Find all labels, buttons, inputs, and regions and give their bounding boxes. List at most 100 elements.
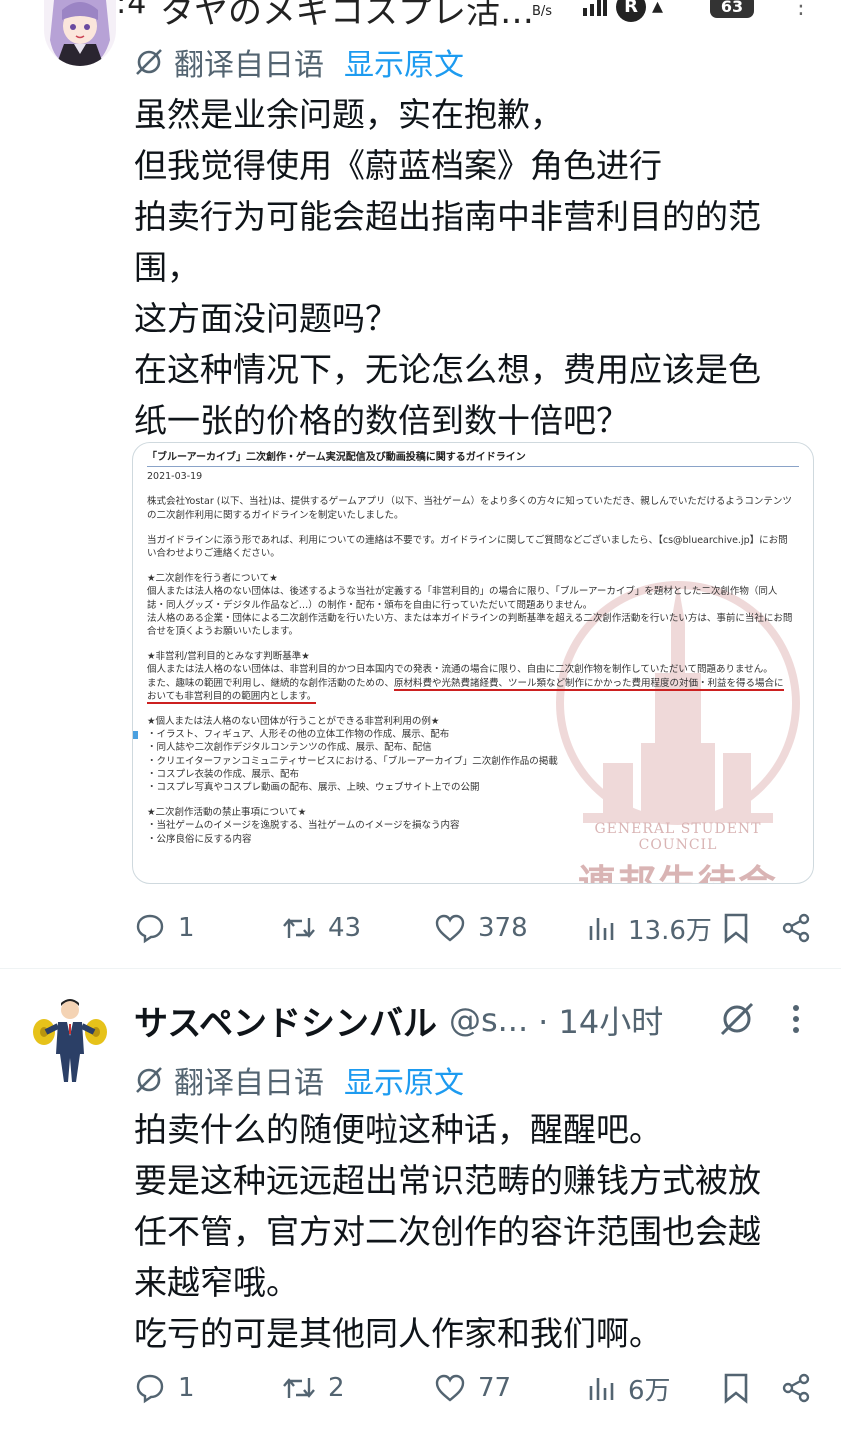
like-button[interactable]: 77	[434, 1368, 511, 1408]
guideline-line: 株式会社Yostar (以下、当社)は、提供するゲームアプリ（以下、当社ゲーム）…	[147, 496, 792, 508]
guideline-line: ・コスプレ写真やコスプレ動画の配布、展示、上映、ウェブサイト上での公開	[147, 782, 480, 794]
like-icon	[435, 1374, 465, 1402]
guideline-line: ・クリエイターファンコミュニティサービスにおける、「ブルーアーカイブ」二次創作作…	[147, 755, 558, 767]
like-count: 378	[478, 913, 528, 943]
guideline-line: 法人格のある企業・団体による二次創作活動を行いたい方、または本ガイドラインの判断…	[147, 612, 793, 624]
reply-button[interactable]: 1	[134, 1368, 195, 1408]
translated-from-label: 翻译自日语	[174, 48, 324, 83]
guideline-line: の二次創作利用に関するガイドラインを制定いたしました。	[147, 509, 404, 521]
tweet-time[interactable]: · 14小时	[538, 997, 663, 1043]
tweet-header: サスペンドシンバル @s... · 14小时	[134, 996, 824, 1045]
tweet-line: 拍卖行为可能会超出指南中非营利目的的范	[134, 197, 761, 236]
guideline-line: い合わせよりご連絡ください。	[147, 548, 280, 560]
reply-button[interactable]: 1	[134, 908, 195, 948]
tweet-line: 要是这种远远超出常识范畴的赚钱方式被放	[134, 1161, 761, 1200]
watermark-jp: 連邦生徒会	[577, 861, 778, 884]
translate-icon	[136, 1067, 162, 1093]
translation-row: 翻译自日语 显示原文	[134, 40, 464, 84]
tweet-actions: 1 2 77 6万	[134, 1368, 824, 1408]
guideline-line: おいても非営利目的の範囲内とします。	[147, 690, 807, 704]
wifi-icon: ▴	[652, 0, 664, 19]
share-button[interactable]	[780, 908, 824, 948]
guideline-line: 合せを頂くようお願いいたします。	[147, 626, 299, 638]
section-heading: ★二次創作を行う者について★	[147, 573, 278, 585]
like-button[interactable]: 378	[434, 908, 528, 948]
tweet-line: 任不管，官方对二次创作的容许范围也会越	[134, 1212, 761, 1251]
tweet-line: 拍卖什么的随便啦这种话，醒醒吧。	[134, 1110, 662, 1149]
guideline-line: ・当社ゲームのイメージを逸脱する、当社ゲームのイメージを損なう内容	[147, 820, 460, 832]
repost-icon	[283, 1378, 315, 1398]
guideline-line: また、趣味の範囲で利用し、継続的な創作活動のための、原材料費や光熱費諸経費、ツー…	[147, 677, 807, 691]
underlined-text: おいても非営利目的の範囲内とします。	[147, 690, 317, 704]
guideline-line: ・同人誌や二次創作デジタルコンテンツの作成、展示、配布、配信	[147, 742, 432, 754]
views-count: 6万	[628, 1375, 671, 1406]
like-icon	[435, 914, 465, 942]
guideline-date: 2021-03-19	[147, 471, 203, 483]
guideline-line: 個人または法人格のない団体は、後述するような当社が定義する「非営利目的」の場合に…	[147, 586, 778, 598]
notification-title: タヤのメギコスプレ活…	[160, 0, 534, 28]
views-icon	[589, 918, 614, 940]
guideline-line: ・公序良俗に反する内容	[147, 833, 252, 845]
section-heading: ★二次創作活動の禁止事項について★	[147, 807, 307, 819]
bookmark-button[interactable]	[722, 1368, 762, 1408]
show-original-link[interactable]: 显示原文	[344, 40, 464, 84]
battery-icon: 63	[710, 0, 754, 18]
tweet-image[interactable]: GENERAL STUDENT COUNCIL 連邦生徒会 「ブルーアーカイブ」…	[132, 442, 814, 884]
section-heading: ★非営利/営利目的とみなす判断基準★	[147, 651, 310, 663]
r-badge-icon: R	[616, 0, 646, 22]
tweet-text: 虽然是业余问题，实在抱歉， 但我觉得使用《蔚蓝档案》角色进行 拍卖行为可能会超出…	[134, 89, 824, 446]
guideline-line: ・コスプレ衣装の作成、展示、配布	[147, 768, 300, 780]
views-button[interactable]: 13.6万	[588, 908, 712, 948]
avatar[interactable]	[30, 992, 110, 1088]
tweet-line: 吃亏的可是其他同人作家和我们啊。	[134, 1314, 662, 1353]
guideline-line: ・イラスト、フィギュア、人形その他の立体工作物の作成、展示、配布	[147, 729, 450, 741]
guideline-line: 誌・同人グッズ・デジタル作品など…）の制作・配布・頒布を自由に行っていただいて問…	[147, 599, 593, 611]
share-button[interactable]	[780, 1368, 824, 1408]
tweet-line: 在这种情况下，无论怎么想，费用应该是色	[134, 350, 761, 389]
like-count: 77	[478, 1373, 512, 1403]
network-speed: B/s	[532, 4, 553, 19]
tweet-line: 这方面没问题吗？	[134, 299, 398, 338]
title-rule	[147, 466, 799, 468]
tweet-line: 纸一张的价格的数倍到数十倍吧？	[134, 401, 629, 440]
share-icon	[782, 913, 810, 943]
tweet-line: 但我觉得使用《蔚蓝档案》角色进行	[134, 146, 662, 185]
views-button[interactable]: 6万	[588, 1368, 671, 1408]
repost-button[interactable]: 43	[282, 908, 361, 948]
signal-icon	[583, 0, 607, 16]
reply-count: 1	[178, 913, 195, 943]
tweet-text: 拍卖什么的随便啦这种话，醒醒吧。 要是这种远远超出常识范畴的赚钱方式被放 任不管…	[134, 1104, 824, 1359]
edge-marker	[133, 731, 138, 739]
guideline-document: 「ブルーアーカイブ」二次創作・ゲーム実況配信及び動画投稿に関するガイドライン 2…	[147, 451, 807, 846]
bookmark-button[interactable]	[722, 908, 762, 948]
bookmark-icon	[724, 913, 748, 944]
tweet-line: 虽然是业余问题，实在抱歉，	[134, 95, 563, 134]
reply-icon	[136, 914, 164, 944]
avatar[interactable]	[44, 0, 116, 66]
translate-icon	[136, 49, 162, 75]
bookmark-icon	[724, 1373, 748, 1404]
views-icon	[589, 1378, 614, 1400]
repost-button[interactable]: 2	[282, 1368, 345, 1408]
guideline-line: 当ガイドラインに添う形であれば、利用についての連絡は不要です。ガイドラインに関し…	[147, 534, 788, 546]
tweet-actions: 1 43 378 13.6万	[134, 908, 824, 948]
translation-row: 翻译自日语 显示原文	[134, 1058, 464, 1102]
status-more-icon: ⋮	[790, 0, 812, 19]
tweet-divider	[0, 968, 841, 969]
repost-icon	[283, 918, 315, 938]
views-count: 13.6万	[628, 915, 712, 946]
repost-count: 43	[328, 913, 362, 943]
guideline-title: 「ブルーアーカイブ」二次創作・ゲーム実況配信及び動画投稿に関するガイドライン	[147, 452, 526, 463]
share-icon	[782, 1373, 810, 1403]
grok-icon[interactable]	[718, 1000, 756, 1038]
guideline-line: 個人または法人格のない団体は、非営利目的かつ日本国内での発表・流通の場合に限り、…	[147, 664, 773, 676]
tweet-line: 来越窄哦。	[134, 1263, 299, 1302]
user-handle[interactable]: @s...	[449, 1001, 528, 1039]
translated-from-label: 翻译自日语	[174, 1066, 324, 1101]
status-bar: 1:4 タヤのメギコスプレ活… B/s R ▴ 63 ⋮	[0, 0, 841, 28]
show-original-link[interactable]: 显示原文	[344, 1058, 464, 1102]
display-name[interactable]: サスペンドシンバル	[134, 996, 437, 1045]
more-icon[interactable]	[790, 1004, 802, 1034]
underlined-text: 原材料費や光熱費諸経費、ツール類など制作にかかった費用程度の対価・利益を得る場合…	[394, 677, 784, 691]
reply-count: 1	[178, 1373, 195, 1403]
